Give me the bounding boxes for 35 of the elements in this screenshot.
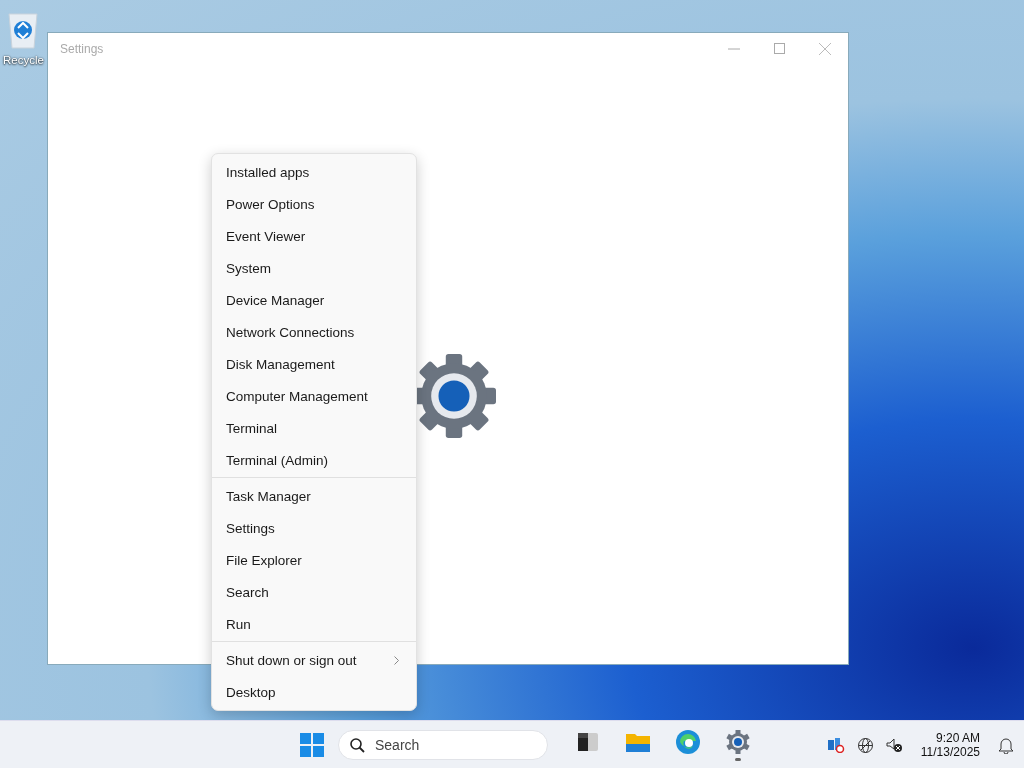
menu-item[interactable]: Desktop [212, 676, 416, 708]
globe-icon[interactable] [856, 736, 874, 754]
menu-item[interactable]: Settings [212, 512, 416, 544]
search-field[interactable]: Search [338, 730, 548, 760]
menu-item[interactable]: Run [212, 608, 416, 640]
menu-item[interactable]: Event Viewer [212, 220, 416, 252]
devices-icon[interactable] [826, 737, 845, 753]
speaker-muted-icon[interactable] [885, 737, 903, 753]
gear-icon [726, 729, 750, 754]
maximize-icon[interactable] [774, 43, 785, 54]
folder-icon [626, 731, 650, 752]
menu-item[interactable]: Task Manager [212, 480, 416, 512]
menu-item[interactable]: Search [212, 576, 416, 608]
menu-item[interactable]: Device Manager [212, 284, 416, 316]
menu-item[interactable]: Computer Management [212, 380, 416, 412]
notification-bell-icon[interactable] [998, 736, 1014, 754]
clock-date: 11/13/2025 [920, 745, 980, 759]
browser-icon [676, 729, 700, 754]
recycle-bin-label: Recycle [3, 54, 44, 66]
window-title: Settings [60, 41, 104, 56]
clock-time: 9:20 AM [935, 731, 980, 745]
menu-item[interactable]: File Explorer [212, 544, 416, 576]
clock[interactable]: 9:20 AM 11/13/2025 [920, 731, 980, 759]
menu-item[interactable]: Disk Management [212, 348, 416, 380]
menu-item[interactable]: Terminal (Admin) [212, 444, 416, 476]
start-icon[interactable] [300, 733, 324, 757]
menu-item[interactable]: System [212, 252, 416, 284]
menu-item[interactable]: Shut down or sign out [212, 644, 416, 676]
terminal-icon [578, 732, 598, 751]
close-icon[interactable] [819, 42, 831, 55]
menu-item[interactable]: Installed apps [212, 156, 416, 188]
menu-item[interactable]: Network Connections [212, 316, 416, 348]
menu-item[interactable]: Terminal [212, 412, 416, 444]
menu-item[interactable]: Power Options [212, 188, 416, 220]
search-icon [350, 738, 365, 753]
